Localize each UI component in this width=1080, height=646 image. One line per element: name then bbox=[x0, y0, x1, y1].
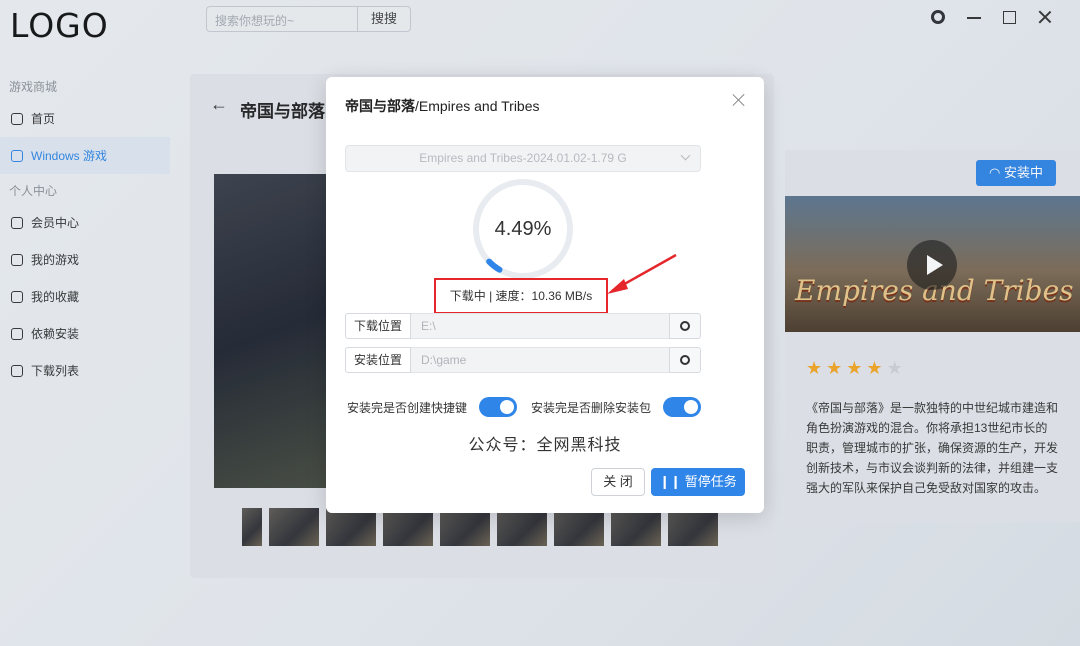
close-button[interactable]: 关 闭 bbox=[591, 468, 645, 496]
delete-package-toggle-label: 安装完是否删除安装包 bbox=[531, 400, 652, 415]
delete-package-toggle[interactable] bbox=[663, 397, 702, 417]
toggle-row: 安装完是否创建快捷键 安装完是否删除安装包 bbox=[347, 397, 715, 417]
shortcut-toggle[interactable] bbox=[479, 397, 518, 417]
pause-task-label: 暂停任务 bbox=[684, 474, 737, 489]
download-dialog: 帝国与部落/Empires and Tribes Empires and Tri… bbox=[326, 77, 764, 513]
watermark-text: 公众号：全网黑科技 bbox=[468, 437, 622, 454]
install-location-field[interactable]: D:\game bbox=[411, 347, 669, 373]
pause-task-button[interactable]: ❙❙ 暂停任务 bbox=[651, 468, 745, 496]
download-location-field[interactable]: E:\ bbox=[411, 313, 669, 339]
install-location-row: 安装位置 D:\game bbox=[345, 347, 701, 373]
download-location-label: 下载位置 bbox=[345, 313, 411, 339]
shortcut-toggle-label: 安装完是否创建快捷键 bbox=[347, 400, 468, 415]
download-location-row: 下载位置 E:\ bbox=[345, 313, 701, 339]
install-location-label: 安装位置 bbox=[345, 347, 411, 373]
download-location-settings-icon[interactable] bbox=[669, 313, 701, 339]
install-location-settings-icon[interactable] bbox=[669, 347, 701, 373]
